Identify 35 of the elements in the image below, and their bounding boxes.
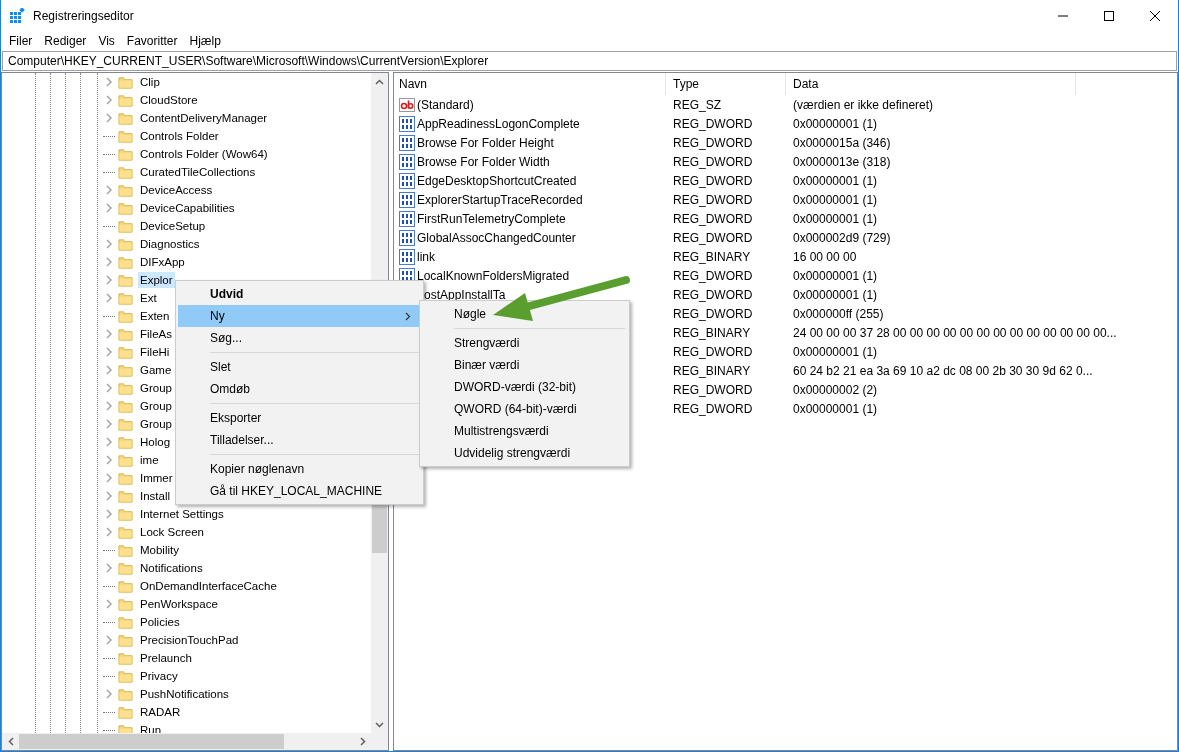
value-type: REG_DWORD — [673, 306, 753, 321]
value-type: REG_DWORD — [673, 382, 753, 397]
value-data: 0x00000001 (1) — [793, 211, 878, 226]
value-data: 0x00000001 (1) — [793, 173, 878, 188]
value-data: 0x00000001 (1) — [793, 344, 878, 359]
value-type: REG_DWORD — [673, 135, 753, 150]
value-type: REG_DWORD — [673, 192, 753, 207]
value-type: REG_DWORD — [673, 344, 753, 359]
value-type: REG_DWORD — [673, 116, 753, 131]
value-data: 0x00000001 (1) — [793, 116, 878, 131]
value-type: REG_DWORD — [673, 401, 753, 416]
value-data: 0x000002d9 (729) — [793, 230, 891, 245]
value-type: REG_BINARY — [673, 363, 751, 378]
value-data: 0x0000013e (318) — [793, 154, 891, 169]
value-data: 0x00000001 (1) — [793, 192, 878, 207]
value-data: 0x00000002 (2) — [793, 382, 878, 397]
value-type: REG_SZ — [673, 97, 721, 112]
value-type: REG_DWORD — [673, 173, 753, 188]
value-data: 0x00000001 (1) — [793, 401, 878, 416]
value-type: REG_DWORD — [673, 230, 753, 245]
value-data: 0x00000001 (1) — [793, 287, 878, 302]
value-data: (værdien er ikke defineret) — [793, 97, 934, 112]
value-type: REG_BINARY — [673, 249, 751, 264]
value-data: 0x00000001 (1) — [793, 268, 878, 283]
value-data: 60 24 b2 21 ea 3a 69 10 a2 dc 08 00 2b 30 30 9d 62 0... — [793, 363, 1093, 378]
value-data: 0x0000015a (346) — [793, 135, 891, 150]
value-type: REG_DWORD — [673, 287, 753, 302]
value-type: REG_DWORD — [673, 154, 753, 169]
value-type: REG_DWORD — [673, 211, 753, 226]
value-type: REG_DWORD — [673, 268, 753, 283]
value-type: REG_BINARY — [673, 325, 751, 340]
value-data: 0x000000ff (255) — [793, 306, 884, 321]
window-title: Registreringseditor — [33, 7, 135, 25]
value-data: 16 00 00 00 — [793, 249, 857, 264]
value-data: 24 00 00 00 37 28 00 00 00 00 00 00 00 00 00 00 00 00 00... — [793, 325, 1117, 340]
